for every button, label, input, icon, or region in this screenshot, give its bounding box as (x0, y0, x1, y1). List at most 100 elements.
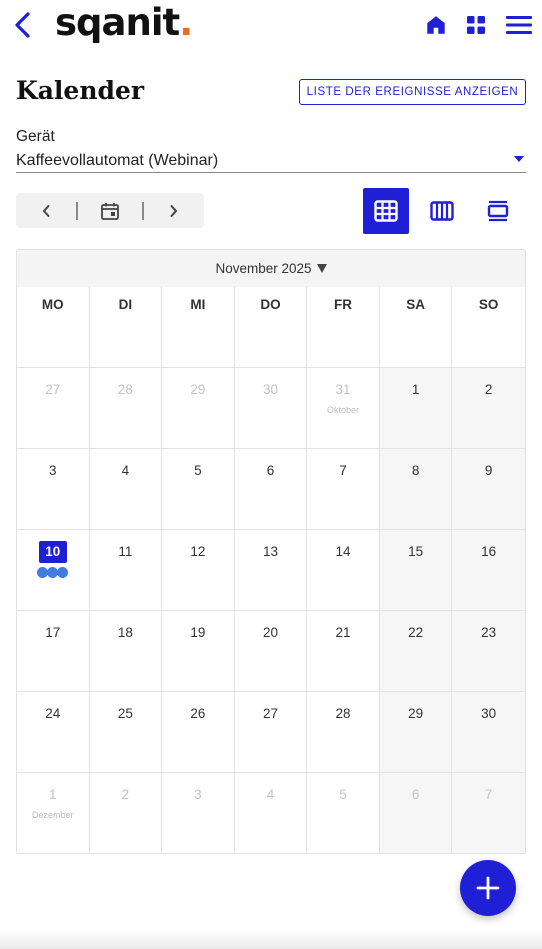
next-button[interactable] (144, 193, 204, 228)
weekday-header: DO (235, 287, 308, 367)
month-picker[interactable]: November 2025 (17, 250, 525, 287)
device-label: Gerät (16, 128, 55, 145)
back-button[interactable] (10, 10, 34, 40)
day-cell[interactable]: 25 (90, 692, 163, 772)
month-view-button[interactable] (363, 188, 409, 234)
bottom-shadow (0, 930, 542, 949)
day-number: 14 (335, 544, 351, 559)
day-number: 1 (411, 382, 420, 397)
day-cell[interactable]: 9 (452, 449, 525, 529)
day-number: 29 (408, 706, 424, 721)
day-cell[interactable]: 1 (379, 368, 453, 448)
previous-button[interactable] (16, 193, 76, 228)
day-number: 20 (262, 625, 278, 640)
day-cell[interactable]: 23 (452, 611, 525, 691)
week-row: 3 4 5 6 7 8 9 (17, 448, 525, 529)
event-dot[interactable] (57, 567, 69, 578)
day-cell[interactable]: 30 (452, 692, 525, 772)
weekday-header: FR (307, 287, 380, 367)
page-title: Kalender (16, 76, 145, 105)
app-logo[interactable]: sqanit. (55, 0, 193, 46)
day-number: 1 (49, 787, 57, 802)
month-label: November 2025 (215, 261, 312, 276)
chevron-right-icon (170, 204, 178, 217)
day-cell[interactable]: 20 (235, 611, 308, 691)
day-number: 6 (411, 787, 420, 802)
day-cell[interactable]: 6 (379, 773, 453, 853)
weekday-header: SA (380, 287, 453, 367)
day-cell[interactable]: 3 (17, 449, 90, 529)
home-button[interactable] (424, 13, 448, 37)
day-cell[interactable]: 12 (162, 530, 235, 610)
day-cell[interactable]: 29 (162, 368, 235, 448)
menu-icon (506, 16, 532, 34)
day-number: 28 (117, 382, 133, 397)
device-select[interactable]: Kaffeevollautomat (Webinar) (16, 149, 526, 173)
day-cell[interactable]: 5 (307, 773, 380, 853)
date-nav-group (16, 193, 204, 228)
day-number: 8 (411, 463, 420, 478)
day-cell[interactable]: 4 (90, 449, 163, 529)
day-number: 5 (194, 463, 202, 478)
day-number: 22 (408, 625, 424, 640)
month-view-icon (374, 200, 398, 222)
day-cell[interactable]: 7 (307, 449, 380, 529)
day-cell[interactable]: 8 (379, 449, 453, 529)
day-cell[interactable]: 28 (307, 692, 380, 772)
day-number: 9 (484, 463, 493, 478)
add-event-button[interactable] (460, 860, 516, 916)
day-cell[interactable]: 5 (162, 449, 235, 529)
day-number: 24 (45, 706, 61, 721)
day-cell[interactable]: 14 (307, 530, 380, 610)
day-cell[interactable]: 2 (452, 368, 525, 448)
day-cell[interactable]: 7 (452, 773, 525, 853)
day-number: 11 (118, 544, 133, 559)
day-cell[interactable]: 19 (162, 611, 235, 691)
week-view-button[interactable] (419, 188, 465, 234)
weekday-header-row: MO DI MI DO FR SA SO (17, 287, 525, 367)
week-row: 27 28 29 30 31 Oktober 1 2 (17, 367, 525, 448)
day-cell[interactable]: 15 (379, 530, 453, 610)
show-event-list-button[interactable]: LISTE DER EREIGNISSE ANZEIGEN (299, 79, 526, 105)
day-cell-today[interactable]: 10 (17, 530, 90, 610)
day-cell[interactable]: 28 (90, 368, 163, 448)
day-cell[interactable]: 26 (162, 692, 235, 772)
day-cell[interactable]: 2 (90, 773, 163, 853)
day-number: 18 (117, 625, 133, 640)
day-number: 27 (45, 382, 61, 397)
day-cell[interactable]: 24 (17, 692, 90, 772)
apps-button[interactable] (464, 13, 488, 37)
day-cell[interactable]: 30 (235, 368, 308, 448)
day-cell[interactable]: 27 (235, 692, 308, 772)
day-cell[interactable]: 17 (17, 611, 90, 691)
app-header: sqanit. (0, 0, 542, 50)
plus-icon (476, 876, 500, 900)
day-cell[interactable]: 11 (90, 530, 163, 610)
weekday-header: MI (162, 287, 235, 367)
day-number: 30 (262, 382, 278, 397)
day-cell[interactable]: 3 (162, 773, 235, 853)
day-number: 30 (481, 706, 497, 721)
day-cell[interactable]: 21 (307, 611, 380, 691)
back-icon (15, 12, 30, 38)
day-cell[interactable]: 6 (235, 449, 308, 529)
today-button[interactable] (78, 193, 142, 228)
day-cell[interactable]: 1 Dezember (17, 773, 90, 853)
chevron-left-icon (42, 204, 50, 217)
day-cell[interactable]: 29 (379, 692, 453, 772)
day-cell[interactable]: 13 (235, 530, 308, 610)
day-number: 26 (190, 706, 206, 721)
day-number: 27 (262, 706, 278, 721)
day-cell[interactable]: 31 Oktober (307, 368, 380, 448)
day-cell[interactable]: 16 (452, 530, 525, 610)
day-number: 6 (266, 463, 275, 478)
day-cell[interactable]: 27 (17, 368, 90, 448)
menu-button[interactable] (506, 13, 532, 37)
day-view-button[interactable] (475, 188, 521, 234)
day-cell[interactable]: 22 (379, 611, 453, 691)
caret-down-icon (316, 264, 327, 273)
day-cell[interactable]: 4 (235, 773, 308, 853)
day-cell[interactable]: 18 (90, 611, 163, 691)
day-number: 28 (335, 706, 351, 721)
day-number: 16 (481, 544, 497, 559)
